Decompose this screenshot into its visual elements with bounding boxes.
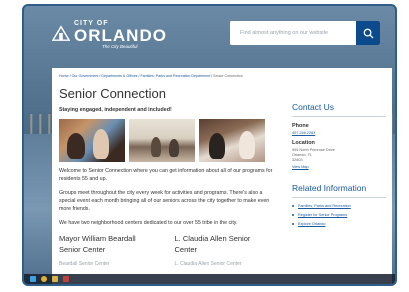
- search-button[interactable]: [356, 21, 380, 45]
- view-map-link[interactable]: View Map: [292, 165, 386, 169]
- contact-heading: Contact Us: [292, 102, 386, 117]
- sidebar: Contact Us Phone 407.246.2283 Location 5…: [292, 102, 386, 226]
- city-logo[interactable]: CITY OF ORLANDO The City Beautiful: [52, 20, 167, 50]
- search-icon: [363, 28, 374, 39]
- photo-dining-event: [199, 119, 265, 162]
- intro-paragraph: Welcome to Senior Connection where you c…: [59, 168, 273, 182]
- photo-strip: [59, 119, 274, 162]
- phone-link[interactable]: 407.246.2283: [292, 131, 386, 135]
- breadcrumb-item-government[interactable]: Our Government: [72, 74, 99, 78]
- breadcrumb: Home / Our Government / Departments & Of…: [59, 74, 243, 78]
- page-subtitle: Staying engaged, independent and include…: [59, 107, 172, 113]
- app-icon-media[interactable]: [63, 276, 69, 282]
- city-skyline-logo-icon: [52, 25, 70, 41]
- groups-paragraph: Groups meet throughout the city every we…: [59, 189, 270, 212]
- center-sub: L. Claudia Allen Senior Center: [174, 261, 242, 268]
- bullet-icon: [292, 223, 294, 226]
- logo-name: ORLANDO: [74, 26, 167, 45]
- related-item: Explore Orlando: [292, 222, 386, 226]
- bullet-icon: [292, 214, 294, 217]
- bullet-icon: [292, 205, 294, 208]
- photo-activity-room: [129, 119, 195, 162]
- page-title: Senior Connection: [59, 86, 166, 101]
- center-card[interactable]: Mayor William Beardall Senior Center Bea…: [59, 234, 159, 268]
- site-search: [230, 21, 380, 45]
- breadcrumb-item-home[interactable]: Home: [59, 74, 69, 78]
- centers-paragraph: We have two neighborhood centers dedicat…: [59, 219, 238, 226]
- centers-list: Mayor William Beardall Senior Center Bea…: [59, 234, 274, 268]
- related-link-fpr[interactable]: Families, Parks and Recreation: [298, 204, 351, 208]
- logo-tagline: The City Beautiful: [102, 44, 138, 49]
- address-line: 32803: [292, 158, 303, 163]
- related-item: Register for Senior Programs: [292, 213, 386, 217]
- taskbar: [24, 274, 395, 284]
- start-icon[interactable]: [30, 276, 36, 282]
- breadcrumb-item-fpr[interactable]: Families, Parks and Recreation Departmen…: [140, 74, 210, 78]
- photo-seniors-group: [59, 119, 125, 162]
- breadcrumb-item-departments[interactable]: Departments & Offices: [101, 74, 137, 78]
- location-label: Location: [292, 140, 315, 146]
- main-content: Senior Connection Staying engaged, indep…: [59, 86, 274, 267]
- search-input[interactable]: [230, 21, 356, 45]
- related-link-explore[interactable]: Explore Orlando: [298, 222, 325, 226]
- center-name: L. Claudia Allen Senior Center: [174, 233, 251, 254]
- related-heading: Related Information: [292, 183, 386, 199]
- center-name: Mayor William Beardall Senior Center: [59, 233, 136, 254]
- center-card[interactable]: L. Claudia Allen Senior Center L. Claudi…: [175, 234, 275, 268]
- browser-screen: CITY OF ORLANDO The City Beautiful Home …: [22, 4, 397, 286]
- app-icon-folder[interactable]: [52, 276, 58, 282]
- content-card: Home / Our Government / Departments & Of…: [52, 68, 392, 284]
- phone-label: Phone: [292, 123, 309, 129]
- app-icon-chrome[interactable]: [41, 276, 47, 282]
- address: 595 North Primrose Drive Orlando, FL 328…: [292, 148, 386, 163]
- breadcrumb-current: Senior Connection: [213, 74, 243, 78]
- related-item: Families, Parks and Recreation: [292, 204, 386, 208]
- related-link-register[interactable]: Register for Senior Programs: [298, 213, 347, 217]
- logo-text: CITY OF ORLANDO The City Beautiful: [74, 20, 167, 50]
- center-sub: Beardall Senior Center: [59, 261, 110, 268]
